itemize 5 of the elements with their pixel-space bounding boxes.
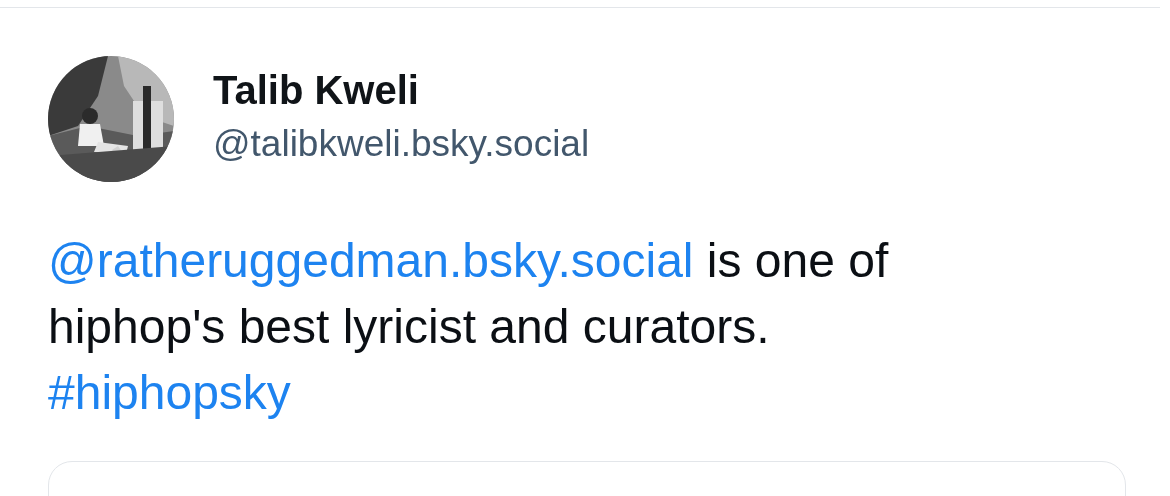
author-handle[interactable]: @talibkweli.bsky.social — [213, 122, 590, 165]
hashtag-link[interactable]: #hiphopsky — [48, 366, 291, 419]
mention-link[interactable]: @ratheruggedman.bsky.social — [48, 234, 694, 287]
post-text: @ratheruggedman.bsky.social is one of hiphop's best lyricist and curators. #hiphopsky — [48, 233, 890, 421]
author-name[interactable]: Talib Kweli — [213, 67, 590, 113]
